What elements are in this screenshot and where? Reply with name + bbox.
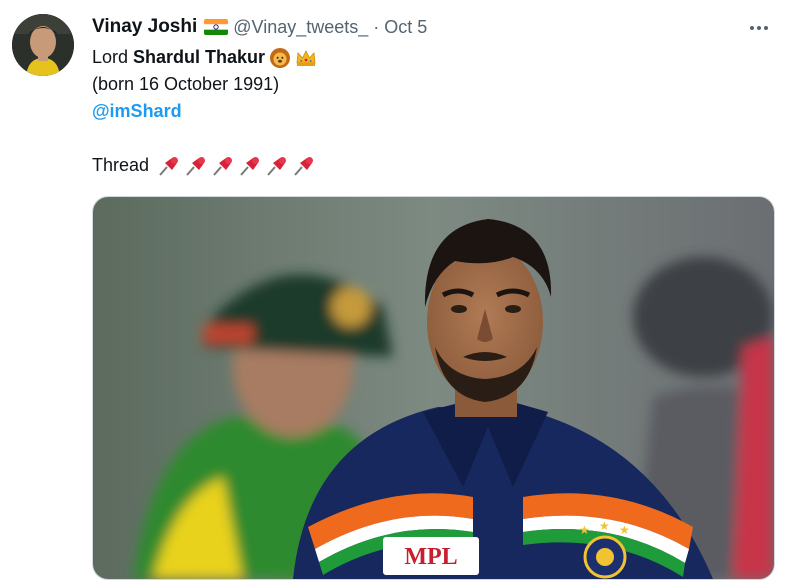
tweet-card: Vinay Joshi @Vinay_tweets_ · Oct 5 Lord … (0, 0, 800, 586)
pushpin-emoji-icon (209, 154, 236, 178)
player-name: Shardul Thakur (133, 47, 266, 67)
mention-link[interactable]: @imShard (92, 98, 182, 125)
author-handle[interactable]: @Vinay_tweets_ (233, 17, 368, 38)
mention-line: @imShard (92, 98, 317, 125)
title-line: Lord Shardul Thakur (92, 44, 317, 71)
thread-text: Thread (92, 155, 150, 175)
pushpin-emoji-icon (182, 154, 209, 178)
pushpin-emoji-icon (263, 154, 290, 178)
pushpin-emoji-icon (155, 154, 182, 178)
tweet-header: Vinay Joshi @Vinay_tweets_ · Oct 5 (92, 14, 427, 40)
tweet-media-photo[interactable]: MPL ★ ★ ★ (92, 196, 775, 580)
crown-emoji-icon (295, 47, 317, 69)
pushpin-emoji-icon (290, 154, 317, 178)
separator-dot: · (373, 16, 380, 37)
thread-line: Thread (92, 152, 317, 179)
avatar[interactable] (12, 14, 74, 76)
svg-text:★: ★ (599, 519, 610, 533)
more-options-icon[interactable] (744, 16, 774, 40)
tweet-text: Lord Shardul Thakur (born 16 October 199… (92, 44, 317, 179)
india-flag-icon (204, 19, 229, 35)
born-line: (born 16 October 1991) (92, 71, 317, 98)
svg-text:★: ★ (579, 523, 590, 537)
svg-text:★: ★ (619, 523, 630, 537)
pushpin-emoji-icon (236, 154, 263, 178)
lord-prefix: Lord (92, 47, 129, 67)
svg-text:MPL: MPL (404, 544, 457, 570)
tweet-date[interactable]: Oct 5 (384, 17, 427, 38)
author-name[interactable]: Vinay Joshi (92, 16, 197, 38)
born-text: (born 16 October 1991) (92, 74, 280, 94)
lion-emoji-icon (269, 47, 291, 69)
pushpin-emoji-row (155, 154, 317, 178)
